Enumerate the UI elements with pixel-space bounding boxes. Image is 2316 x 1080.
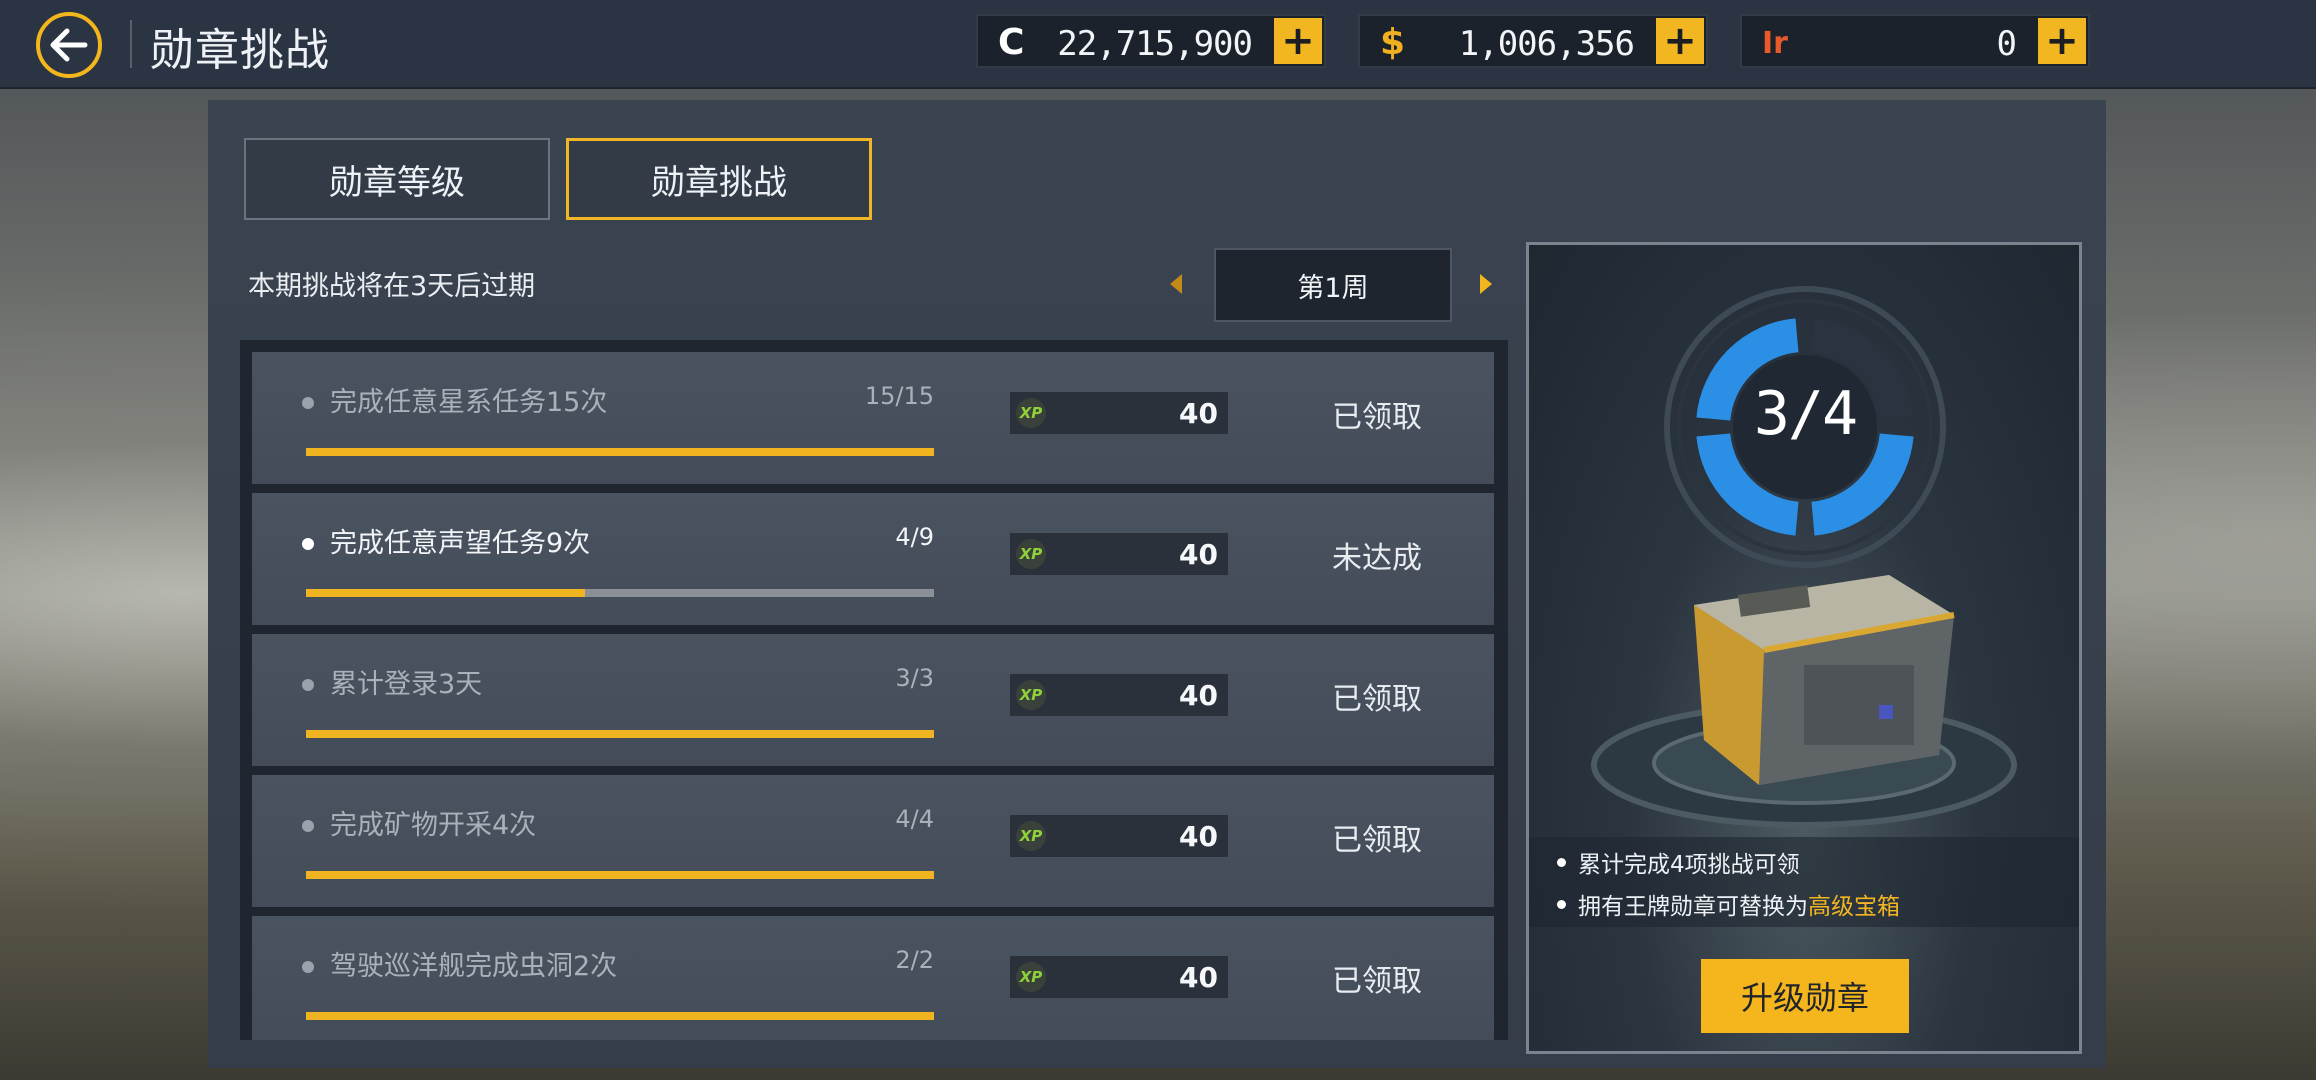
bullet-icon <box>1557 900 1566 909</box>
medal-panel: 勋章等级 勋章挑战 本期挑战将在3天后过期 第1周 完成任意星系任务15次 15/… <box>208 100 2106 1068</box>
iridium-icon: Ir <box>1762 26 1788 61</box>
reward-note-2-text: 拥有王牌勋章可替换为 <box>1578 894 1808 920</box>
challenge-progress-bar <box>306 730 934 738</box>
upgrade-medal-button[interactable]: 升级勋章 <box>1701 959 1909 1033</box>
reward-card: 3/4 累计完成4项挑战可领 拥有王牌勋章可替换为高级宝箱 升级勋章 <box>1526 242 2082 1054</box>
challenge-progress-bar <box>306 448 934 456</box>
challenge-progress: 4/9 <box>895 523 934 551</box>
credits-value: 22,715,900 <box>1057 24 1253 64</box>
challenge-progress-fill <box>306 1012 934 1020</box>
week-selector: 第1周 <box>1214 248 1452 322</box>
challenge-status[interactable]: 已领取 <box>1332 392 1422 436</box>
challenge-name: 完成任意星系任务15次 <box>330 387 608 418</box>
gold-value: 1,006,356 <box>1458 24 1635 64</box>
week-prev-arrow-icon[interactable] <box>1168 272 1184 296</box>
xp-reward: XP 40 <box>1010 674 1228 716</box>
challenge-row: 累计登录3天 3/3 XP 40 已领取 <box>252 634 1494 766</box>
challenge-progress-fill <box>306 730 934 738</box>
progress-ring-label: 3/4 <box>1753 379 1858 449</box>
bullet-icon <box>302 538 314 550</box>
reward-note-2: 拥有王牌勋章可替换为高级宝箱 <box>1557 887 1900 921</box>
xp-reward: XP 40 <box>1010 392 1228 434</box>
challenge-name: 完成任意声望任务9次 <box>330 528 591 559</box>
page-title: 勋章挑战 <box>150 25 330 76</box>
challenge-status[interactable]: 未达成 <box>1332 533 1422 577</box>
challenge-row: 完成任意声望任务9次 4/9 XP 40 未达成 <box>252 493 1494 625</box>
xp-icon: XP <box>1016 821 1046 851</box>
challenge-status[interactable]: 已领取 <box>1332 815 1422 859</box>
challenge-progress-fill <box>306 589 585 597</box>
challenge-row: 完成任意星系任务15次 15/15 XP 40 已领取 <box>252 352 1494 484</box>
bullet-icon <box>302 961 314 973</box>
challenge-list[interactable]: 完成任意星系任务15次 15/15 XP 40 已领取 完成任意声望任务9次 4/9 XP 40… <box>240 340 1508 1040</box>
reward-crate-icon <box>1591 575 2017 828</box>
xp-value: 40 <box>1179 679 1218 712</box>
challenge-row: 驾驶巡洋舰完成虫洞2次 2/2 XP 40 已领取 <box>252 916 1494 1040</box>
xp-reward: XP 40 <box>1010 533 1228 575</box>
reward-notes: 累计完成4项挑战可领 拥有王牌勋章可替换为高级宝箱 <box>1529 837 2079 927</box>
progress-ring: 3/4 <box>1657 279 1953 575</box>
add-iridium-button[interactable]: + <box>2038 18 2086 64</box>
premium-chest-highlight: 高级宝箱 <box>1808 894 1900 920</box>
expire-notice: 本期挑战将在3天后过期 <box>248 271 536 302</box>
challenge-progress-fill <box>306 448 934 456</box>
xp-value: 40 <box>1179 820 1218 853</box>
xp-icon: XP <box>1016 962 1046 992</box>
arrow-left-icon <box>50 28 88 62</box>
xp-value: 40 <box>1179 538 1218 571</box>
gold-dollar-icon: $ <box>1380 22 1406 63</box>
challenge-progress: 15/15 <box>864 382 934 410</box>
xp-icon: XP <box>1016 398 1046 428</box>
challenge-row: 完成矿物开采4次 4/4 XP 40 已领取 <box>252 775 1494 907</box>
challenge-progress: 2/2 <box>895 946 934 974</box>
challenge-progress-bar <box>306 871 934 879</box>
xp-icon: XP <box>1016 680 1046 710</box>
currency-iridium: Ir 0 + <box>1740 14 2090 68</box>
credits-icon: C <box>998 22 1025 63</box>
week-next-arrow-icon[interactable] <box>1478 272 1494 296</box>
bullet-icon <box>302 397 314 409</box>
reward-note-1-text: 累计完成4项挑战可领 <box>1578 852 1800 878</box>
challenge-progress-fill <box>306 871 934 879</box>
challenge-progress-bar <box>306 589 934 597</box>
bullet-icon <box>302 820 314 832</box>
xp-reward: XP 40 <box>1010 956 1228 998</box>
challenge-name: 完成矿物开采4次 <box>330 810 537 841</box>
xp-value: 40 <box>1179 961 1218 994</box>
challenge-name: 驾驶巡洋舰完成虫洞2次 <box>330 951 618 982</box>
reward-note-1: 累计完成4项挑战可领 <box>1557 845 1800 879</box>
tab-medal-challenge[interactable]: 勋章挑战 <box>566 138 872 220</box>
challenge-name: 累计登录3天 <box>330 669 483 700</box>
challenge-progress: 4/4 <box>895 805 934 833</box>
bullet-icon <box>302 679 314 691</box>
iridium-value: 0 <box>1996 24 2018 64</box>
header-divider <box>130 20 132 68</box>
currency-credits: C 22,715,900 + <box>976 14 1326 68</box>
challenge-status[interactable]: 已领取 <box>1332 674 1422 718</box>
challenge-progress: 3/3 <box>895 664 934 692</box>
back-button[interactable] <box>36 12 102 78</box>
top-bar: 勋章挑战 C 22,715,900 + $ 1,006,356 + Ir 0 + <box>0 0 2316 89</box>
add-gold-button[interactable]: + <box>1656 18 1704 64</box>
xp-icon: XP <box>1016 539 1046 569</box>
challenge-progress-bar <box>306 1012 934 1020</box>
tab-medal-level[interactable]: 勋章等级 <box>244 138 550 220</box>
challenge-status[interactable]: 已领取 <box>1332 956 1422 1000</box>
add-credits-button[interactable]: + <box>1274 18 1322 64</box>
bullet-icon <box>1557 858 1566 867</box>
xp-value: 40 <box>1179 397 1218 430</box>
xp-reward: XP 40 <box>1010 815 1228 857</box>
currency-gold: $ 1,006,356 + <box>1358 14 1708 68</box>
